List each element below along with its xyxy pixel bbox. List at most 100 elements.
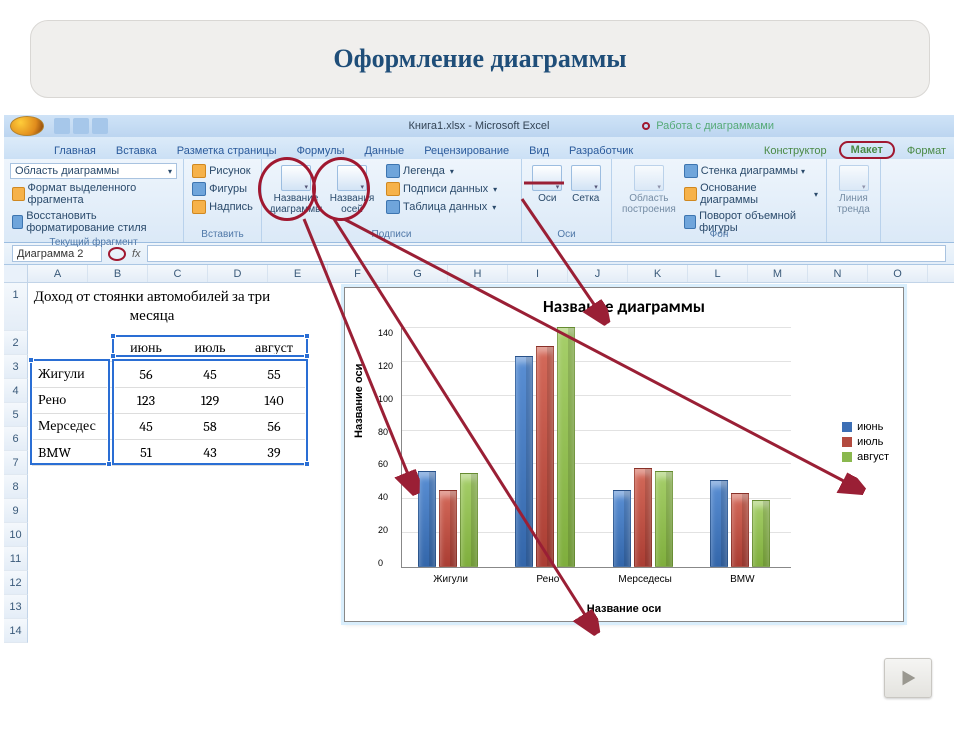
chart-element-combo[interactable]: Область диаграммы▾: [10, 163, 177, 179]
bar-series1: [515, 356, 533, 567]
data-labels-button[interactable]: Подписи данных▾: [384, 181, 499, 197]
selection-range-headers: [112, 335, 308, 357]
quick-access-toolbar[interactable]: [54, 118, 108, 134]
chart-object[interactable]: Название диаграммы Название оси Название…: [344, 287, 904, 622]
chart-wall-button[interactable]: Стенка диаграммы▾: [682, 163, 807, 179]
undo-icon[interactable]: [73, 118, 89, 134]
row-header[interactable]: 14: [4, 619, 28, 643]
chart-title-icon: [281, 165, 311, 191]
group-label: Оси: [522, 227, 611, 242]
tab-pagelayout[interactable]: Разметка страницы: [169, 142, 285, 159]
tab-formulas[interactable]: Формулы: [289, 142, 353, 159]
row-headers: 1 2 3 4 5 6 7 8 9 10 11 12 13 14: [4, 283, 28, 643]
tab-insert[interactable]: Вставка: [108, 142, 165, 159]
bar-series2: [731, 493, 749, 567]
row-header[interactable]: 7: [4, 451, 28, 475]
bar-series3: [460, 473, 478, 567]
group-labels: Название диаграммы Названия осей Легенда…: [262, 159, 522, 242]
row-header[interactable]: 8: [4, 475, 28, 499]
plot-area[interactable]: 020 4060 80100 120140 ЖигулиРено Мерседе…: [401, 328, 791, 568]
row-header[interactable]: 13: [4, 595, 28, 619]
next-slide-button[interactable]: [884, 658, 932, 698]
format-selection-button[interactable]: Формат выделенного фрагмента: [10, 181, 177, 207]
x-axis-title[interactable]: Название оси: [345, 603, 903, 615]
tab-chart-layout[interactable]: Макет: [839, 141, 895, 159]
row-header[interactable]: 1: [4, 283, 28, 331]
col-header[interactable]: C: [148, 265, 208, 282]
insert-shapes-button[interactable]: Фигуры: [190, 181, 249, 197]
trendline-icon: [839, 165, 869, 191]
chart-title-button[interactable]: Название диаграммы: [268, 163, 324, 217]
formula-input[interactable]: [147, 245, 946, 262]
formula-bar: Диаграмма 2 fx: [4, 243, 954, 265]
data-table-button[interactable]: Таблица данных▾: [384, 199, 498, 215]
legend-item: июнь: [857, 421, 883, 433]
office-button[interactable]: [10, 116, 44, 136]
axis-titles-button[interactable]: Названия осей: [324, 163, 380, 217]
row-header[interactable]: 5: [4, 403, 28, 427]
group-current-selection: Область диаграммы▾ Формат выделенного фр…: [4, 159, 184, 242]
play-icon: [897, 667, 919, 689]
column-headers[interactable]: A B C D E F G H I J K L M N O: [4, 265, 954, 283]
gridlines-button[interactable]: Сетка: [567, 163, 606, 206]
col-header[interactable]: N: [808, 265, 868, 282]
bar-series1: [613, 490, 631, 567]
row-header[interactable]: 3: [4, 355, 28, 379]
plot-area-button[interactable]: Область построения: [618, 163, 680, 217]
row-header[interactable]: 4: [4, 379, 28, 403]
y-axis-title[interactable]: Название оси: [353, 364, 365, 438]
row-header[interactable]: 11: [4, 547, 28, 571]
col-header[interactable]: E: [268, 265, 328, 282]
col-header[interactable]: M: [748, 265, 808, 282]
insert-textbox-button[interactable]: Надпись: [190, 199, 255, 215]
legend-button[interactable]: Легенда▾: [384, 163, 456, 179]
redo-icon[interactable]: [92, 118, 108, 134]
document-title: Книга1.xlsx - Microsoft Excel: [409, 120, 550, 132]
reset-style-button[interactable]: Восстановить форматирование стиля: [10, 209, 177, 235]
save-icon[interactable]: [54, 118, 70, 134]
legend-item: август: [857, 451, 889, 463]
chart-legend[interactable]: июнь июль август: [842, 418, 889, 466]
col-header[interactable]: G: [388, 265, 448, 282]
group-axes: Оси Сетка Оси: [522, 159, 612, 242]
tab-data[interactable]: Данные: [356, 142, 412, 159]
tab-review[interactable]: Рецензирование: [416, 142, 517, 159]
tab-chart-format[interactable]: Формат: [899, 142, 954, 159]
insert-picture-button[interactable]: Рисунок: [190, 163, 253, 179]
col-header[interactable]: J: [568, 265, 628, 282]
row-header[interactable]: 10: [4, 523, 28, 547]
col-header[interactable]: O: [868, 265, 928, 282]
bar-series1: [418, 471, 436, 567]
plot-area-icon: [634, 165, 664, 191]
col-header[interactable]: K: [628, 265, 688, 282]
tab-developer[interactable]: Разработчик: [561, 142, 641, 159]
selection-range-values: [112, 359, 308, 465]
row-header[interactable]: 6: [4, 427, 28, 451]
trendline-button[interactable]: Линия тренда: [830, 163, 878, 217]
col-header[interactable]: D: [208, 265, 268, 282]
col-header[interactable]: H: [448, 265, 508, 282]
legend-item: июль: [857, 436, 883, 448]
bar-series3: [752, 500, 770, 567]
select-all-corner[interactable]: [4, 265, 28, 282]
col-header[interactable]: F: [328, 265, 388, 282]
col-header[interactable]: A: [28, 265, 88, 282]
axes-button[interactable]: Оси: [528, 163, 567, 206]
chart-title[interactable]: Название диаграммы: [345, 288, 903, 319]
tab-view[interactable]: Вид: [521, 142, 557, 159]
tab-home[interactable]: Главная: [46, 142, 104, 159]
axes-icon: [532, 165, 562, 191]
chart-floor-button[interactable]: Основание диаграммы▾: [682, 181, 820, 207]
group-label: Подписи: [262, 227, 521, 242]
bar-series2: [634, 468, 652, 567]
row-header[interactable]: 12: [4, 571, 28, 595]
col-header[interactable]: I: [508, 265, 568, 282]
worksheet[interactable]: A B C D E F G H I J K L M N O 1 2 3 4 5 …: [4, 265, 954, 650]
row-header[interactable]: 9: [4, 499, 28, 523]
table-title-cell[interactable]: Доход от стоянки автомобилей за три меся…: [32, 287, 272, 325]
row-header[interactable]: 2: [4, 331, 28, 355]
col-header[interactable]: L: [688, 265, 748, 282]
col-header[interactable]: B: [88, 265, 148, 282]
tab-chart-design[interactable]: Конструктор: [756, 142, 835, 159]
grid-icon: [571, 165, 601, 191]
